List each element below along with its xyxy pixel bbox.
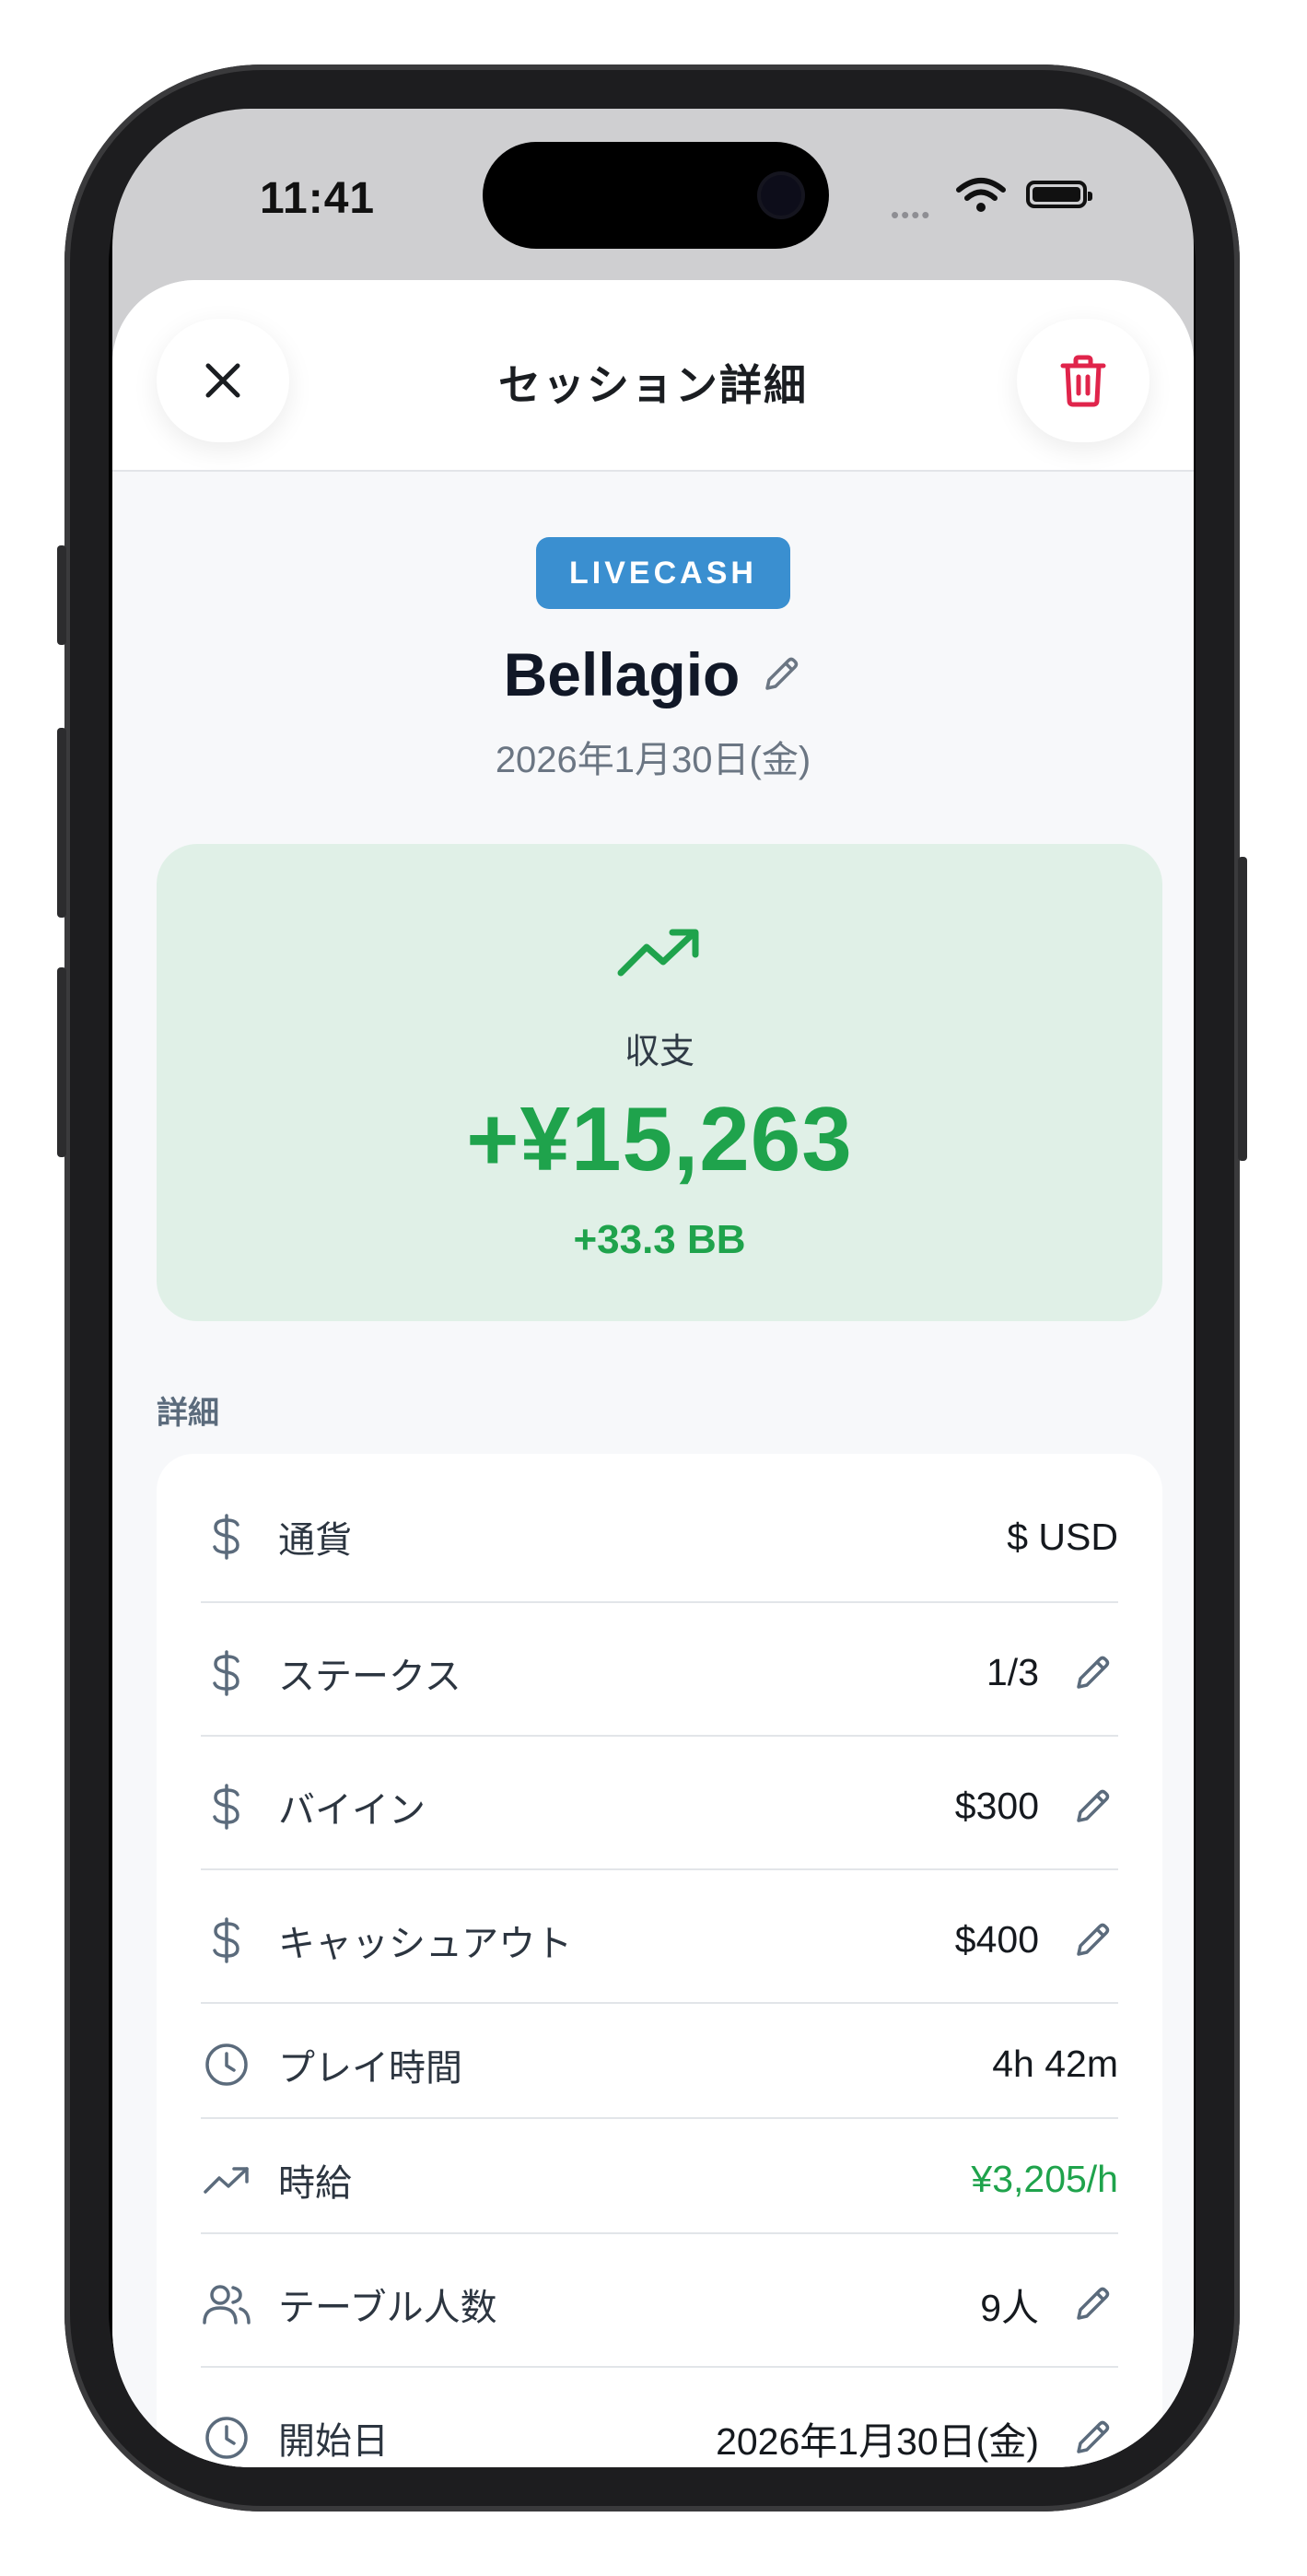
status-time: 11:41 [260, 174, 376, 223]
detail-label: 通貨 [278, 1520, 352, 1561]
wifi-icon [956, 178, 1006, 212]
row-divider [201, 1735, 1118, 1737]
trash-icon [1060, 355, 1106, 407]
result-amount: +¥15,263 [466, 1088, 853, 1189]
row-divider [201, 2002, 1118, 2004]
detail-label: ステークス [278, 1656, 461, 1697]
details-section-label: 詳細 [157, 1396, 219, 1431]
detail-row-table-size[interactable]: テーブル人数 9人 [201, 2242, 1118, 2366]
detail-label: キャッシュアウト [278, 1923, 573, 1964]
detail-row-hourly: 時給 ¥3,205/h [201, 2126, 1118, 2232]
screen: 11:41 •••• セッション詳細 LIVECASH Bellagio 202… [112, 109, 1194, 2467]
session-detail-sheet: セッション詳細 LIVECASH Bellagio 2026年1月30日(金) [112, 280, 1194, 2467]
row-divider [201, 2366, 1118, 2368]
battery-icon [1026, 181, 1092, 208]
detail-value: $300 [954, 1785, 1039, 1827]
game-type-badge: LIVECASH [536, 537, 790, 609]
sheet-header: セッション詳細 [112, 280, 1194, 472]
camera-icon [761, 175, 801, 216]
pencil-icon[interactable] [1067, 1781, 1118, 1832]
detail-value: $400 [954, 1918, 1039, 1961]
detail-row-cashout[interactable]: キャッシュアウト $400 [201, 1878, 1118, 2002]
volume-up-button [57, 728, 66, 918]
users-icon [201, 2278, 252, 2330]
detail-value: 1/3 [986, 1651, 1039, 1693]
detail-label: テーブル人数 [278, 2287, 497, 2328]
detail-value: 4h 42m [992, 2043, 1118, 2085]
volume-down-button [57, 967, 66, 1157]
action-button [57, 545, 66, 645]
venue-row: Bellagio [112, 639, 1194, 709]
dollar-icon [201, 1511, 252, 1563]
row-divider [201, 1601, 1118, 1603]
edit-venue-icon[interactable] [760, 653, 802, 696]
clock-icon [201, 2039, 252, 2090]
pencil-icon[interactable] [1067, 2412, 1118, 2464]
dollar-icon [201, 1781, 252, 1832]
detail-row-playtime: プレイ時間 4h 42m [201, 2011, 1118, 2117]
pencil-icon[interactable] [1067, 1914, 1118, 1966]
result-card: 収支 +¥15,263 +33.3 BB [157, 844, 1162, 1321]
dynamic-island [483, 142, 829, 249]
hourly-rate-value: ¥3,205/h [971, 2158, 1118, 2200]
trend-up-icon [617, 929, 699, 977]
row-divider [201, 1868, 1118, 1870]
row-divider [201, 2117, 1118, 2119]
detail-row-currency: 通貨 $ USD [201, 1491, 1118, 1583]
dollar-icon [201, 1647, 252, 1699]
detail-label: 時給 [278, 2162, 352, 2204]
row-divider [201, 2232, 1118, 2234]
detail-row-start-date[interactable]: 開始日 2026年1月30日(金) [201, 2375, 1118, 2467]
status-bar: 11:41 •••• [112, 109, 1194, 284]
detail-row-stakes[interactable]: ステークス 1/3 [201, 1610, 1118, 1735]
venue-name: Bellagio [503, 640, 741, 708]
details-card: 通貨 $ USD ステークス 1/3 バイイン $300 キャッシュアウト $4… [157, 1454, 1162, 2467]
detail-label: プレイ時間 [278, 2047, 462, 2089]
detail-value: 2026年1月30日(金) [716, 2419, 1039, 2463]
detail-label: バイイン [278, 1789, 426, 1831]
result-label: 収支 [624, 1033, 694, 1071]
pencil-icon[interactable] [1067, 2278, 1118, 2330]
power-button [1238, 857, 1247, 1161]
clock-icon [201, 2412, 252, 2464]
detail-row-buyin[interactable]: バイイン $300 [201, 1744, 1118, 1868]
trend-up-icon [201, 2154, 252, 2206]
detail-value: 9人 [980, 2286, 1039, 2329]
pencil-icon[interactable] [1067, 1647, 1118, 1699]
detail-value: $ USD [1007, 1515, 1118, 1558]
signal-icon: •••• [891, 201, 932, 228]
delete-button[interactable] [1017, 319, 1149, 442]
result-bb: +33.3 BB [573, 1217, 746, 1262]
detail-label: 開始日 [278, 2420, 389, 2462]
session-date: 2026年1月30日(金) [495, 740, 811, 780]
dollar-icon [201, 1914, 252, 1966]
